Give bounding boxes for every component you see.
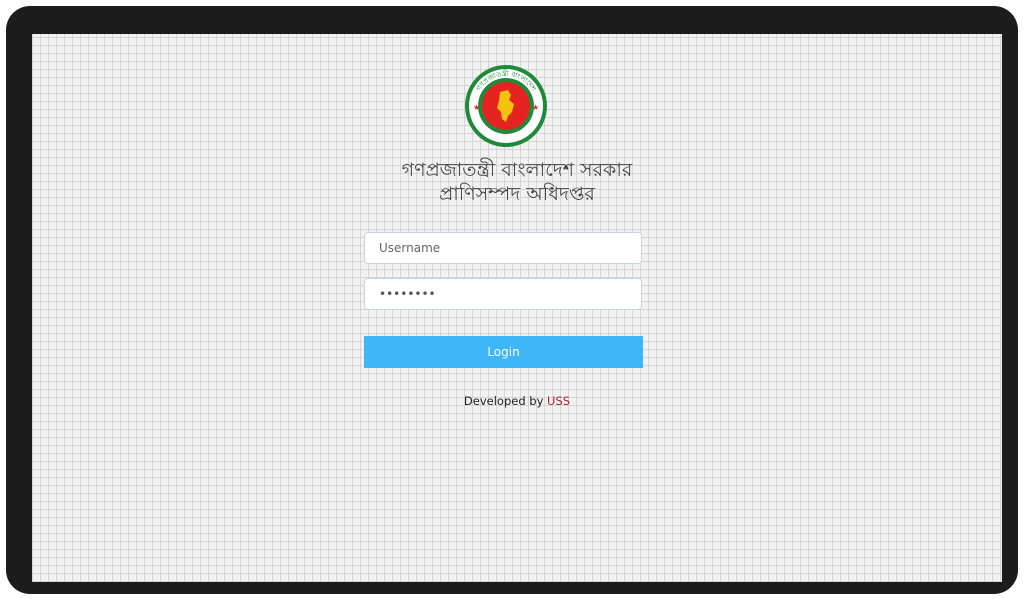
page-subtitle: প্রাণিসম্পদ অধিদপ্তর xyxy=(439,183,595,205)
svg-text:★: ★ xyxy=(473,103,480,112)
svg-text:★: ★ xyxy=(532,103,539,112)
device-frame: গণপ্রজাতন্ত্রী বাংলাদেশ সরকার ★ ★ গণপ্রজ… xyxy=(6,6,1018,594)
developer-link[interactable]: USS xyxy=(547,394,570,408)
username-input[interactable] xyxy=(364,232,642,264)
government-seal-icon: গণপ্রজাতন্ত্রী বাংলাদেশ সরকার ★ ★ xyxy=(465,65,547,147)
password-input[interactable] xyxy=(364,278,642,310)
login-button[interactable]: Login xyxy=(364,336,643,368)
developed-by-label: Developed by xyxy=(463,394,548,408)
footer-credit: Developed by USS xyxy=(32,394,1002,408)
login-screen: গণপ্রজাতন্ত্রী বাংলাদেশ সরকার ★ ★ গণপ্রজ… xyxy=(32,34,1002,582)
